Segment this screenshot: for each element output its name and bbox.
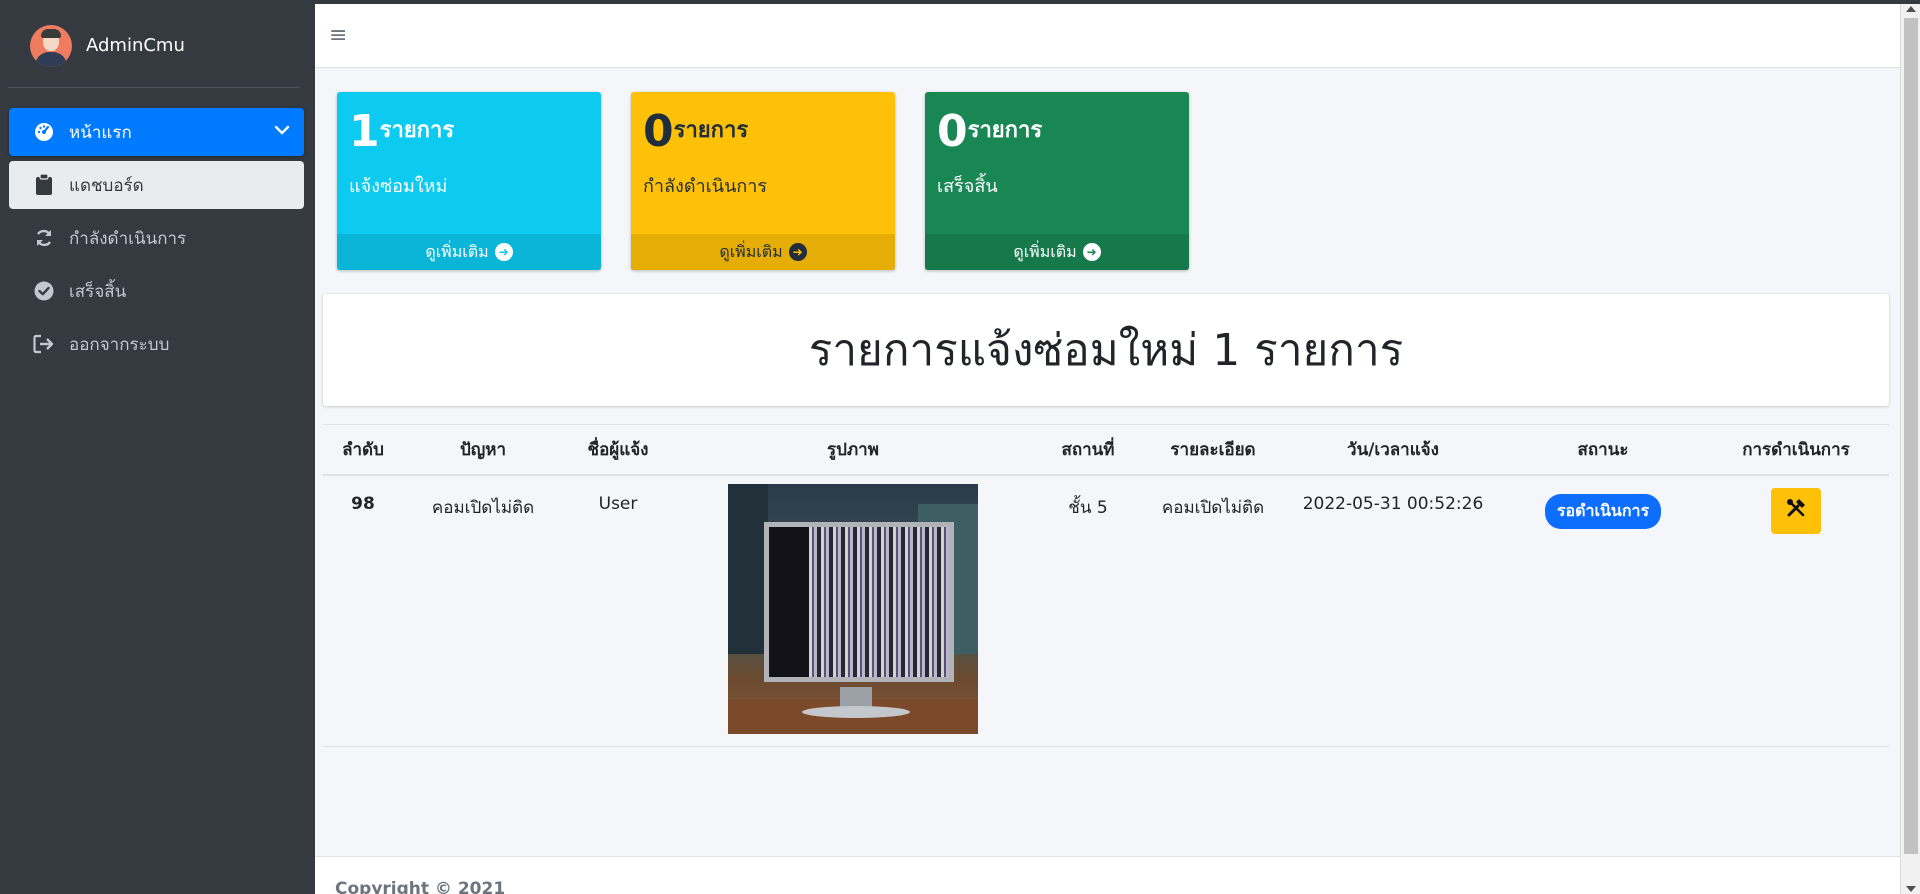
stat-box-in-progress: 0รายการ กำลังดำเนินการ ดูเพิ่มเติม ➜	[631, 92, 895, 270]
main-content: ≡ 1รายการ แจ้งซ่อมใหม่ ดูเพิ่มเติม ➜ 0รา…	[315, 4, 1900, 894]
sidebar-item-label: แดชบอร์ด	[69, 175, 144, 196]
manage-repair-button[interactable]	[1771, 487, 1821, 534]
title-card: รายการแจ้งซ่อมใหม่ 1 รายการ	[323, 294, 1889, 406]
scroll-thumb[interactable]	[1904, 18, 1918, 854]
brand[interactable]: AdminCmu	[8, 4, 300, 88]
column-header: สถานะ	[1503, 424, 1703, 476]
cell-action	[1703, 474, 1889, 747]
more-info-link[interactable]: ดูเพิ่มเติม ➜	[925, 234, 1189, 270]
column-header: วัน/เวลาแจ้ง	[1283, 424, 1503, 476]
column-header: ลำดับ	[323, 424, 403, 476]
stat-unit: รายการ	[379, 118, 455, 143]
vertical-scrollbar[interactable]	[1900, 4, 1920, 894]
status-badge: รอดำเนินการ	[1544, 493, 1662, 529]
stat-boxes: 1รายการ แจ้งซ่อมใหม่ ดูเพิ่มเติม ➜ 0รายก…	[337, 92, 1189, 270]
check-circle-icon	[33, 280, 55, 302]
sidebar-item-in-progress[interactable]: กำลังดำเนินการ	[9, 214, 304, 262]
tools-icon	[1785, 497, 1807, 524]
stat-count: 0	[643, 106, 674, 157]
sidebar-item-label: เสร็จสิ้น	[69, 281, 127, 302]
more-info-link[interactable]: ดูเพิ่มเติม ➜	[337, 234, 601, 270]
table-row: 98 คอมเปิดไม่ติด User ชั้น 5 คอมเปิดไม่ต…	[323, 474, 1889, 747]
sidebar-item-home[interactable]: หน้าแรก	[9, 108, 304, 156]
sidebar-item-label: หน้าแรก	[69, 122, 132, 143]
cell-reporter: User	[563, 474, 673, 747]
stat-box-completed: 0รายการ เสร็จสิ้น ดูเพิ่มเติม ➜	[925, 92, 1189, 270]
clipboard-icon	[33, 174, 55, 196]
sidebar-item-logout[interactable]: ออกจากระบบ	[9, 320, 304, 368]
cell-detail: คอมเปิดไม่ติด	[1143, 474, 1283, 747]
repair-photo[interactable]	[728, 483, 978, 734]
sidebar-item-completed[interactable]: เสร็จสิ้น	[9, 267, 304, 315]
top-navbar: ≡	[315, 4, 1900, 68]
column-header: รูปภาพ	[673, 424, 1033, 476]
stat-unit: รายการ	[673, 118, 749, 143]
page-footer: Copyright © 2021	[315, 856, 1900, 894]
stat-count: 0	[937, 106, 968, 157]
sidebar-item-label: ออกจากระบบ	[69, 334, 170, 355]
sidebar-nav: หน้าแรก แดชบอร์ด กำลังดำเนินการ เสร็จสิ้…	[0, 88, 315, 368]
stat-label: เสร็จสิ้น	[937, 176, 998, 197]
stat-label: กำลังดำเนินการ	[643, 176, 768, 197]
column-header: ปัญหา	[403, 424, 563, 476]
stat-label: แจ้งซ่อมใหม่	[349, 176, 448, 197]
cell-image	[673, 474, 1033, 747]
sign-out-icon	[33, 333, 55, 355]
more-info-link[interactable]: ดูเพิ่มเติม ➜	[631, 234, 895, 270]
column-header: ชื่อผู้แจ้ง	[563, 424, 673, 476]
chevron-down-icon	[274, 122, 290, 143]
brand-name: AdminCmu	[86, 35, 185, 56]
scroll-up-icon[interactable]	[1906, 6, 1916, 12]
cell-no: 98	[323, 474, 403, 747]
arrow-circle-right-icon: ➜	[788, 243, 807, 261]
sidebar: AdminCmu หน้าแรก แดชบอร์ด กำลังดำเนินการ	[0, 4, 315, 894]
sidebar-item-dashboard[interactable]: แดชบอร์ด	[9, 161, 304, 209]
repair-table: ลำดับ ปัญหา ชื่อผู้แจ้ง รูปภาพ สถานที่ ร…	[323, 424, 1889, 747]
more-info-label: ดูเพิ่มเติม	[1013, 241, 1077, 261]
arrow-circle-right-icon: ➜	[1082, 243, 1101, 261]
stat-box-new: 1รายการ แจ้งซ่อมใหม่ ดูเพิ่มเติม ➜	[337, 92, 601, 270]
hamburger-menu-icon[interactable]: ≡	[329, 23, 347, 48]
page-title: รายการแจ้งซ่อมใหม่ 1 รายการ	[808, 325, 1404, 376]
column-header: รายละเอียด	[1143, 424, 1283, 476]
sync-icon	[33, 227, 55, 249]
cell-status: รอดำเนินการ	[1503, 474, 1703, 747]
cell-problem: คอมเปิดไม่ติด	[403, 474, 563, 747]
scroll-down-icon[interactable]	[1906, 886, 1916, 892]
copyright-text: Copyright © 2021	[335, 879, 506, 894]
tachometer-icon	[33, 121, 55, 143]
more-info-label: ดูเพิ่มเติม	[719, 241, 783, 261]
sidebar-item-label: กำลังดำเนินการ	[69, 228, 187, 249]
arrow-circle-right-icon: ➜	[494, 243, 513, 261]
column-header: สถานที่	[1033, 424, 1143, 476]
admin-avatar	[30, 24, 72, 67]
cell-location: ชั้น 5	[1033, 474, 1143, 747]
top-strip	[0, 0, 1920, 4]
cell-datetime: 2022-05-31 00:52:26	[1283, 474, 1503, 747]
stat-count: 1	[349, 106, 380, 157]
more-info-label: ดูเพิ่มเติม	[425, 241, 489, 261]
column-header: การดำเนินการ	[1703, 424, 1889, 476]
table-header-row: ลำดับ ปัญหา ชื่อผู้แจ้ง รูปภาพ สถานที่ ร…	[323, 424, 1889, 476]
stat-unit: รายการ	[967, 118, 1043, 143]
